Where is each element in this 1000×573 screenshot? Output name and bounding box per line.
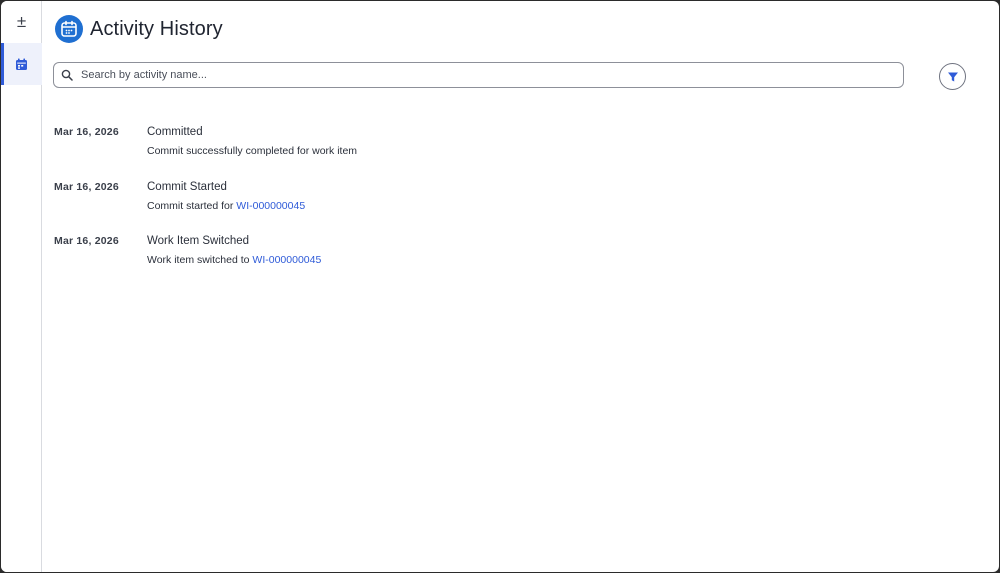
activity-name: Work Item Switched [147, 235, 250, 247]
activity-description-text: Work item switched to [147, 254, 253, 266]
activity-date: Mar 16, 2026 [54, 235, 119, 247]
activity-date: Mar 16, 2026 [54, 126, 119, 138]
activity-description-text: Commit successfully completed for work i… [147, 145, 358, 157]
calendar-icon [16, 58, 27, 70]
page-header: Activity History [55, 14, 223, 44]
search-input[interactable] [81, 69, 881, 81]
left-rail: ± [1, 1, 42, 572]
activity-description: Commit started for WI-000000045 [147, 200, 305, 212]
work-item-link[interactable]: WI-000000045 [252, 254, 321, 266]
app-window: ± Activity History Search by activity na… [1, 1, 999, 572]
activity-description-text: Commit started for [147, 200, 237, 212]
rail-item-activity-history[interactable] [1, 43, 42, 85]
activity-description: Commit successfully completed for work i… [147, 145, 357, 157]
search-box[interactable] [53, 62, 904, 88]
activity-description: Work item switched to WI-000000045 [147, 254, 321, 266]
activity-name: Commit Started [147, 181, 227, 193]
filter-button[interactable] [939, 63, 966, 90]
plus-minus-button[interactable]: ± [1, 1, 42, 43]
activity-date: Mar 16, 2026 [54, 181, 119, 193]
plus-minus-icon: ± [16, 12, 27, 31]
page-title: Activity History [90, 17, 223, 40]
main-panel: Activity History Mar 16, 2026 Committed … [42, 1, 999, 572]
activity-name: Committed [147, 126, 203, 138]
work-item-link[interactable]: WI-000000045 [236, 200, 305, 212]
calendar-icon [55, 15, 83, 43]
filter-icon [947, 72, 958, 81]
search-icon [61, 69, 73, 81]
